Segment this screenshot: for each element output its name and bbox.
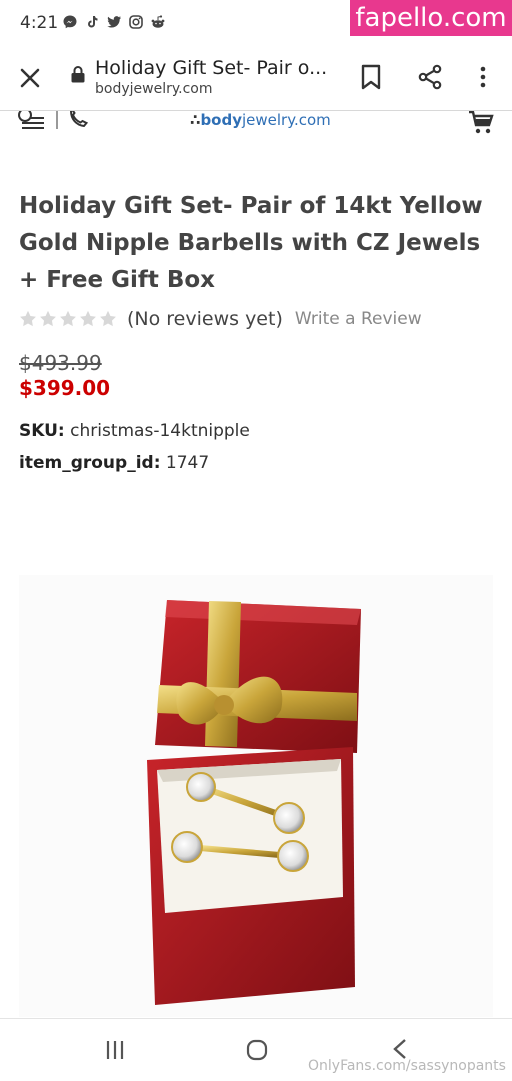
- cart-icon[interactable]: [468, 111, 494, 135]
- menu-search-icon[interactable]: [18, 111, 46, 133]
- sku-label: SKU:: [19, 421, 65, 441]
- star-icon: [20, 310, 36, 327]
- status-notification-icons: [62, 14, 166, 30]
- tiktok-icon: [88, 16, 98, 28]
- more-options-icon[interactable]: [474, 64, 492, 90]
- original-price: $493.99: [19, 351, 102, 375]
- item-group-value: 1747: [165, 453, 210, 473]
- product-title: Holiday Gift Set- Pair of 14kt Yellow Go…: [19, 193, 483, 293]
- star-icon: [80, 310, 96, 327]
- star-icon: [100, 310, 116, 327]
- star-icon: [60, 310, 76, 327]
- item-group-row: item_group_id: 1747: [19, 453, 209, 473]
- bookmark-icon[interactable]: [360, 64, 382, 90]
- twitter-icon: [107, 16, 121, 28]
- lock-icon: [71, 66, 85, 83]
- product-image[interactable]: [19, 575, 493, 1017]
- watermark-top: fapello.com: [350, 0, 512, 36]
- home-icon[interactable]: [245, 1038, 269, 1062]
- header-divider: [56, 111, 58, 129]
- messenger-icon: [63, 15, 77, 29]
- item-group-label: item_group_id:: [19, 453, 161, 473]
- write-review-link[interactable]: Write a Review: [295, 309, 422, 329]
- watermark-bottom: OnlyFans.com/sassynopants: [308, 1058, 506, 1074]
- page-title[interactable]: Holiday Gift Set- Pair o...: [95, 57, 327, 79]
- instagram-icon: [129, 15, 143, 29]
- share-icon[interactable]: [417, 64, 443, 90]
- site-header: ∴bodyjewelry.com: [0, 111, 512, 141]
- browser-toolbar: Holiday Gift Set- Pair o... bodyjewelry.…: [0, 48, 512, 111]
- site-logo[interactable]: ∴bodyjewelry.com: [190, 111, 331, 129]
- close-icon[interactable]: [18, 66, 42, 90]
- sale-price: $399.00: [19, 376, 111, 400]
- reviews-count: (No reviews yet): [127, 308, 283, 330]
- sku-value: christmas-14ktnipple: [70, 421, 250, 441]
- star-icon: [40, 310, 56, 327]
- sku-row: SKU: christmas-14ktnipple: [19, 421, 250, 441]
- page-url[interactable]: bodyjewelry.com: [95, 81, 212, 97]
- reddit-icon: [151, 15, 165, 28]
- recent-apps-icon[interactable]: [104, 1039, 126, 1061]
- star-rating[interactable]: [19, 310, 117, 328]
- status-time: 4:21: [20, 13, 59, 33]
- rating-row: (No reviews yet) Write a Review: [19, 308, 422, 330]
- phone-icon[interactable]: [66, 111, 92, 133]
- status-bar: 4:21 fapello.com: [0, 0, 512, 48]
